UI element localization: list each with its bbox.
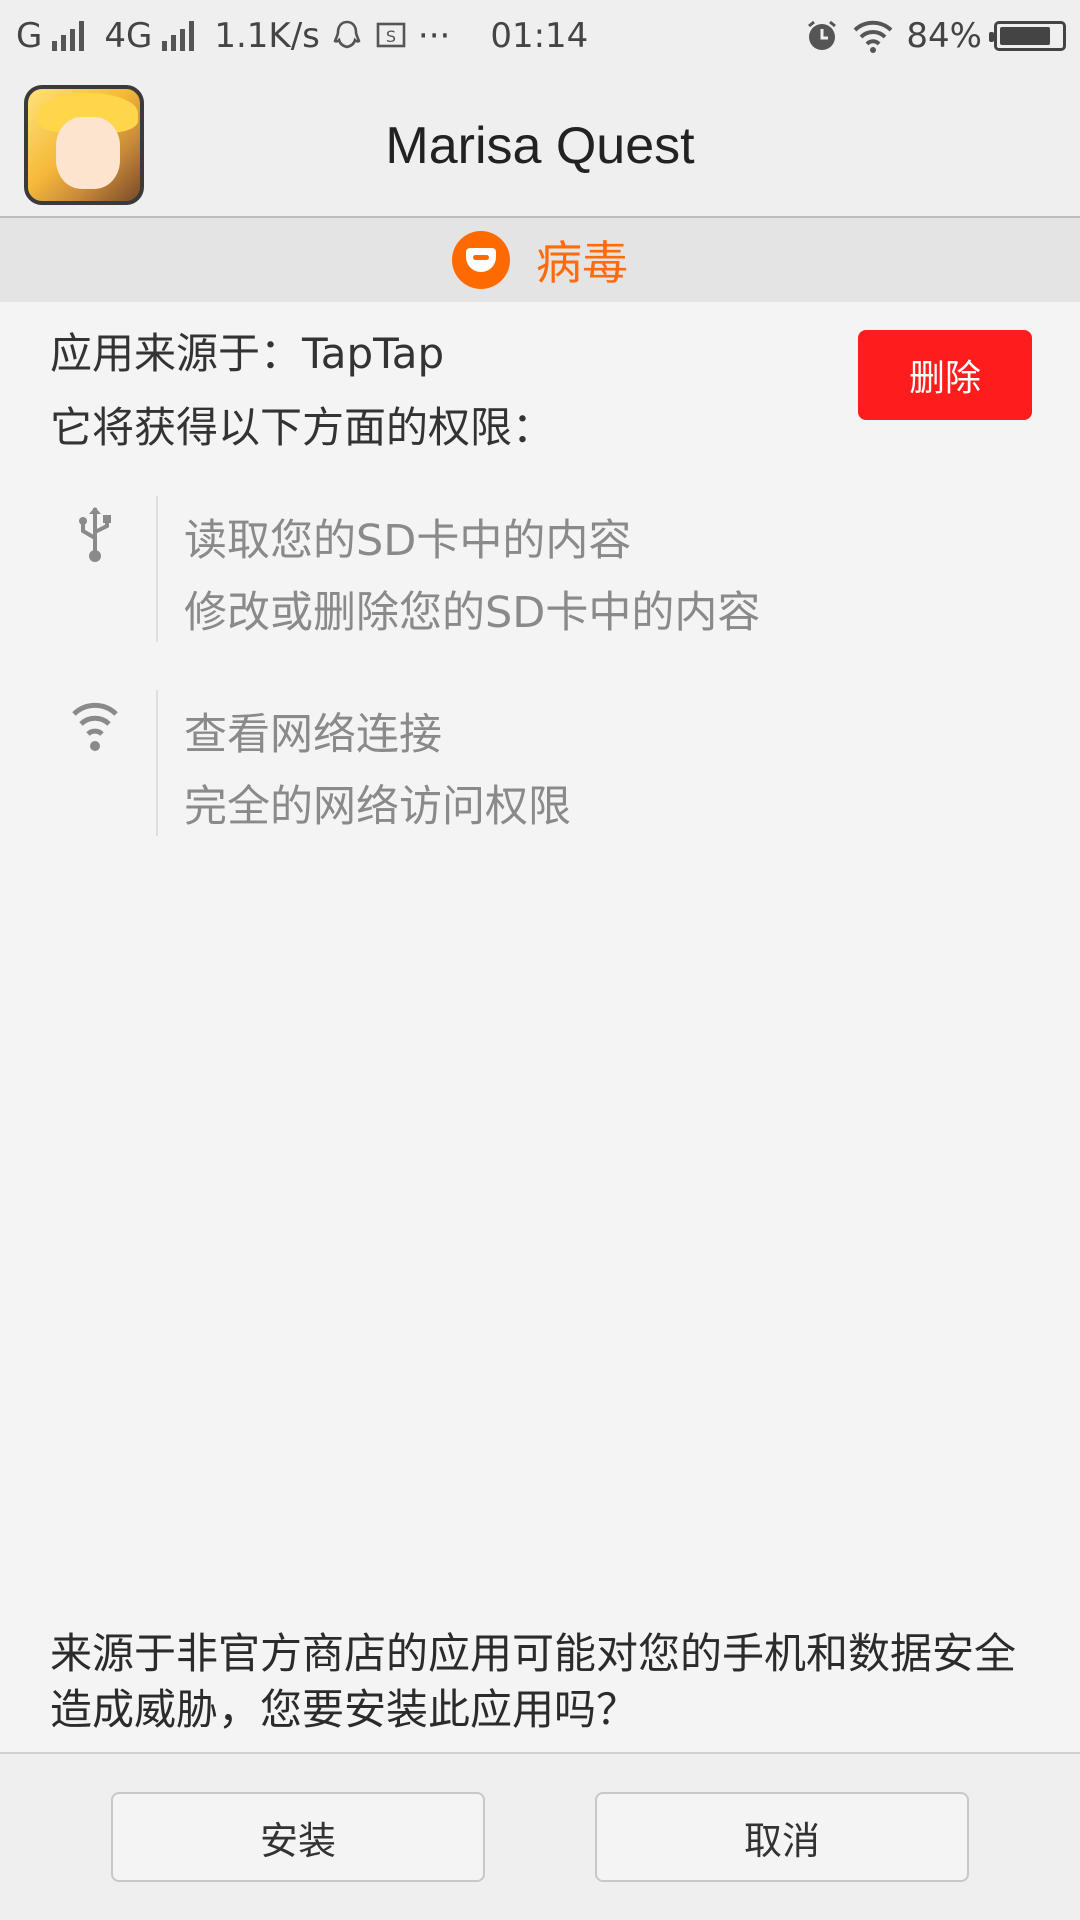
virus-warning-banner: 病毒 (0, 218, 1080, 302)
permission-item: 查看网络连接 (184, 710, 442, 760)
virus-label: 病毒 (536, 236, 628, 290)
battery-percent: 84% (906, 16, 982, 56)
network-type-right: 4G (104, 16, 153, 56)
virus-icon (452, 231, 510, 289)
wifi-icon (72, 702, 118, 751)
battery-fill (1000, 27, 1051, 45)
delete-button[interactable]: 删除 (858, 330, 1032, 420)
install-button[interactable]: 安装 (111, 1792, 485, 1882)
permission-group-storage: 读取您的SD卡中的内容 修改或删除您的SD卡中的内容 (0, 494, 1080, 642)
status-right: 84% (804, 16, 1066, 56)
network-type-left: G (16, 16, 43, 56)
screenshot-icon: S (376, 22, 406, 48)
signal-icon (52, 21, 85, 51)
usb-icon (79, 507, 111, 562)
install-warning: 来源于非官方商店的应用可能对您的手机和数据安全造成威胁，您要安装此应用吗？ (50, 1629, 1017, 1734)
status-bar: G 4G 1.1K/s S ··· 01:14 84% (0, 0, 1080, 72)
status-left: G 4G 1.1K/s S ··· 01:14 (16, 16, 588, 56)
permission-item: 修改或删除您的SD卡中的内容 (184, 588, 761, 638)
battery-icon (989, 21, 1066, 51)
permission-item: 完全的网络访问权限 (184, 782, 571, 832)
permission-item: 读取您的SD卡中的内容 (184, 516, 632, 566)
app-title: Marisa Quest (385, 117, 695, 175)
permissions-intro: 它将获得以下方面的权限： (50, 403, 555, 452)
network-speed: 1.1K/s (214, 16, 320, 56)
app-header: Marisa Quest (0, 72, 1080, 218)
cancel-button[interactable]: 取消 (595, 1792, 969, 1882)
permission-group-network: 查看网络连接 完全的网络访问权限 (0, 688, 1080, 836)
qq-icon (333, 20, 361, 49)
signal-icon (162, 21, 195, 51)
alarm-icon (808, 20, 837, 50)
app-source: 应用来源于：TapTap (50, 329, 445, 378)
svg-text:S: S (386, 27, 396, 46)
permission-divider (156, 690, 158, 836)
wifi-status-icon (854, 20, 893, 53)
permission-divider (156, 496, 158, 642)
action-footer: 安装 取消 (0, 1752, 1080, 1920)
clock: 01:14 (490, 16, 589, 56)
more-notifications: ··· (417, 16, 451, 56)
